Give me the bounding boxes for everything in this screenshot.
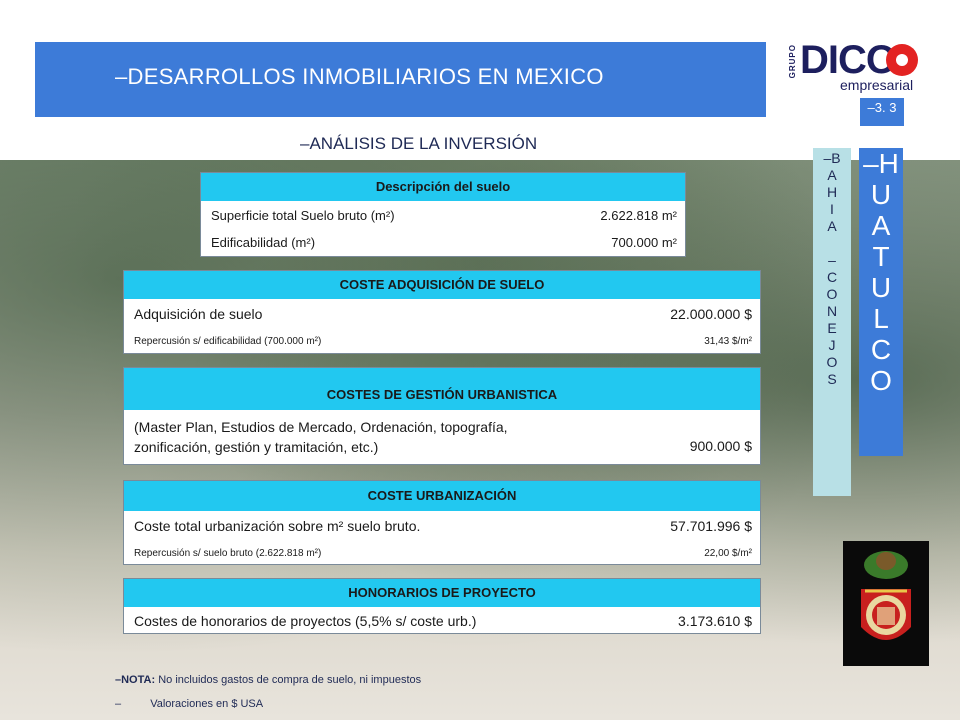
bahia-conejos-vertical-label: –B A H I A – C O N E J O S xyxy=(813,148,851,496)
row-label: Adquisición de suelo xyxy=(134,306,263,322)
row-value: 700.000 m² xyxy=(611,235,677,250)
row-value: 57.701.996 $ xyxy=(670,518,752,534)
vertical-letter: T xyxy=(872,241,890,272)
vertical-letter: J xyxy=(828,337,836,353)
vertical-letter: A xyxy=(827,167,837,183)
vertical-letter: E xyxy=(827,320,837,336)
vertical-letter: C xyxy=(870,334,892,365)
page-title: –DESARROLLOS INMOBILIARIOS EN MEXICO xyxy=(115,64,604,89)
vertical-letter: U xyxy=(870,179,892,210)
table-header: COSTE ADQUISICIÓN DE SUELO xyxy=(124,271,760,299)
row-label: Superficie total Suelo bruto (m²) xyxy=(211,207,395,223)
row-label: Edificabilidad (m²) xyxy=(211,235,316,250)
vertical-letter: I xyxy=(830,201,834,217)
vertical-letter: L xyxy=(873,303,889,334)
vertical-letter: C xyxy=(826,269,838,285)
row-value: 2.622.818 m² xyxy=(600,207,677,223)
logo-grupo-text: GRUPO xyxy=(788,44,797,79)
title-banner: –DESARROLLOS INMOBILIARIOS EN MEXICO xyxy=(35,42,766,117)
row-label: Repercusión s/ edificabilidad (700.000 m… xyxy=(134,335,322,347)
table-header: COSTE URBANIZACIÓN xyxy=(124,481,760,511)
project-fees-table: HONORARIOS DE PROYECTO Costes de honorar… xyxy=(123,578,761,634)
row-value: 900.000 $ xyxy=(689,438,752,454)
table-row: Superficie total Suelo bruto (m²) 2.622.… xyxy=(201,201,685,229)
table-row: Edificabilidad (m²) 700.000 m² xyxy=(201,229,685,256)
vertical-letter: –H xyxy=(863,148,899,179)
row-label: Repercusión s/ suelo bruto (2.622.818 m²… xyxy=(134,547,322,559)
table-row: Repercusión s/ edificabilidad (700.000 m… xyxy=(124,329,760,353)
oaxaca-coat-of-arms-image xyxy=(843,541,929,666)
land-acquisition-cost-table: COSTE ADQUISICIÓN DE SUELO Adquisición d… xyxy=(123,270,761,354)
logo-sub-text: empresarial xyxy=(840,77,914,93)
grupo-dico-logo: GRUPO DICO empresarial xyxy=(788,38,928,96)
table-header: COSTES DE GESTIÓN URBANISTICA xyxy=(124,368,760,410)
vertical-letter: A xyxy=(827,218,837,234)
urban-management-cost-table: COSTES DE GESTIÓN URBANISTICA (Master Pl… xyxy=(123,367,761,465)
row-value: 3.173.610 $ xyxy=(678,612,752,629)
row-label-line: zonificación, gestión y tramitación, etc… xyxy=(134,439,379,455)
note-line: – Valoraciones en $ USA xyxy=(115,698,263,710)
table-header: HONORARIOS DE PROYECTO xyxy=(124,579,760,607)
row-value: 31,43 $/m² xyxy=(704,335,752,347)
vertical-letter: H xyxy=(826,184,838,200)
note-text: Valoraciones en $ USA xyxy=(150,698,264,710)
row-label: Coste total urbanización sobre m² suelo … xyxy=(134,518,421,534)
vertical-letter: O xyxy=(870,365,892,396)
page-number-badge: –3. 3 xyxy=(860,98,904,126)
vertical-letter: N xyxy=(826,303,838,319)
land-description-table: Descripción del suelo Superficie total S… xyxy=(200,172,686,257)
table-row: Coste total urbanización sobre m² suelo … xyxy=(124,511,760,541)
vertical-letter: S xyxy=(827,371,837,387)
table-row: Adquisición de suelo 22.000.000 $ xyxy=(124,299,760,329)
table-row: (Master Plan, Estudios de Mercado, Orden… xyxy=(124,410,760,464)
vertical-letter: – xyxy=(828,252,836,268)
row-value: 22,00 $/m² xyxy=(704,547,752,559)
vertical-letter: O xyxy=(826,286,838,302)
note-line: –NOTA: No incluidos gastos de compra de … xyxy=(115,674,421,686)
vertical-letter: O xyxy=(826,354,838,370)
urbanization-cost-table: COSTE URBANIZACIÓN Coste total urbanizac… xyxy=(123,480,761,565)
vertical-letter: A xyxy=(871,210,891,241)
row-label-line: (Master Plan, Estudios de Mercado, Orden… xyxy=(134,419,508,435)
coat-of-arms-icon xyxy=(861,551,911,640)
note-prefix: –NOTA: xyxy=(115,674,156,686)
vertical-letter: U xyxy=(870,272,892,303)
table-row: Repercusión s/ suelo bruto (2.622.818 m²… xyxy=(124,541,760,565)
table-header: Descripción del suelo xyxy=(201,173,685,201)
section-subtitle: –ANÁLISIS DE LA INVERSIÓN xyxy=(300,134,538,153)
row-label: Costes de honorarios de proyectos (5,5% … xyxy=(134,612,477,629)
note-text: No incluidos gastos de compra de suelo, … xyxy=(158,674,422,686)
row-value: 22.000.000 $ xyxy=(670,306,752,322)
note-prefix: – xyxy=(115,698,122,710)
row-label: (Master Plan, Estudios de Mercado, Orden… xyxy=(134,417,508,457)
huatulco-vertical-label: –H U A T U L C O xyxy=(859,148,903,456)
vertical-letter: –B xyxy=(823,150,841,166)
table-row: Costes de honorarios de proyectos (5,5% … xyxy=(124,607,760,634)
logo-o-circle-icon xyxy=(886,44,918,76)
